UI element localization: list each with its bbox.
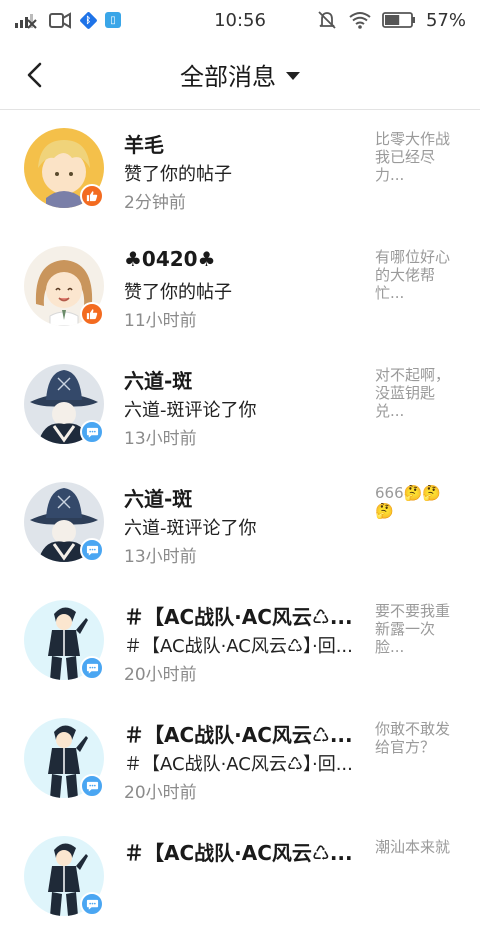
message-action: 赞了你的帖子 [124,164,232,185]
message-time: 2分钟前 [124,193,186,213]
message-time: 13小时前 [124,547,197,567]
sender-name: 六道-斑 [124,487,193,511]
status-bar-left: ᛒ ▯ [14,10,121,30]
message-action: 赞了你的帖子 [124,282,232,303]
chevron-left-icon [27,62,42,88]
like-badge [80,184,104,208]
message-time: 13小时前 [124,429,197,449]
sender-name: ＃【AC战队·AC风云♺... [124,723,353,747]
caret-down-icon [286,72,300,80]
like-badge [80,302,104,326]
post-preview: 对不起啊，没蓝钥匙兑... [375,366,451,420]
thumbs-up-icon [86,309,98,320]
comment-badge [80,538,104,562]
message-row[interactable]: 羊毛 赞了你的帖子 2分钟前 比零大作战我已经尽力... [0,110,480,228]
status-bar-right: 57% [316,9,466,31]
thumbs-up-icon [86,191,98,202]
comment-icon [86,663,98,674]
comment-badge [80,656,104,680]
wifi-icon [349,12,371,29]
message-action: 六道-斑评论了你 [124,400,257,421]
mute-icon [318,11,336,29]
message-row[interactable]: ＃【AC战队·AC风云♺... ＃【AC战队·AC风云♺】·回... 20小时前… [0,700,480,818]
comment-icon [86,781,98,792]
battery-percent: 57% [425,9,466,31]
page-title: 全部消息 [180,63,276,91]
sender-name: ＃【AC战队·AC风云♺... [124,605,353,629]
message-filter-dropdown[interactable]: 全部消息 [180,57,300,92]
post-preview: 666🤔🤔🤔 [375,484,441,520]
sender-name: ♣0420♣ [124,247,216,271]
post-preview: 你敢不敢发给官方？ [375,720,451,756]
message-time: 11小时前 [124,311,197,331]
message-row[interactable]: ＃【AC战队·AC风云♺... 潮汕本来就 [0,818,480,936]
post-preview: 有哪位好心的大佬帮忙... [375,248,451,302]
message-row[interactable]: 六道-斑 六道-斑评论了你 13小时前 666🤔🤔🤔 [0,464,480,582]
message-action: ＃【AC战队·AC风云♺】·回... [124,636,353,657]
video-icon [49,12,71,29]
comment-icon [86,545,98,556]
comment-badge [80,774,104,798]
battery-icon [382,12,415,28]
comment-icon [86,899,98,910]
message-row[interactable]: ＃【AC战队·AC风云♺... ＃【AC战队·AC风云♺】·回... 20小时前… [0,582,480,700]
book-app-icon: ▯ [105,12,121,28]
message-row[interactable]: ♣0420♣ 赞了你的帖子 11小时前 有哪位好心的大佬帮忙... [0,228,480,346]
nav-bar: 全部消息 [0,40,480,110]
message-action: 六道-斑评论了你 [124,518,257,539]
back-button[interactable] [18,58,52,92]
signal-icon [15,14,37,29]
sender-name: ＃【AC战队·AC风云♺... [124,841,353,865]
comment-icon [86,427,98,438]
message-action: ＃【AC战队·AC风云♺】·回... [124,754,353,775]
message-time: 20小时前 [124,783,197,803]
sender-name: 六道-斑 [124,369,193,393]
post-preview: 比零大作战我已经尽力... [375,130,451,184]
bluetooth-app-icon: ᛒ [79,10,98,30]
comment-badge [80,892,104,916]
message-row[interactable]: 六道-斑 六道-斑评论了你 13小时前 对不起啊，没蓝钥匙兑... [0,346,480,464]
message-time: 20小时前 [124,665,197,685]
post-preview: 潮汕本来就 [375,838,451,856]
sender-name: 羊毛 [124,133,164,157]
message-list: 羊毛 赞了你的帖子 2分钟前 比零大作战我已经尽力... ♣0420♣ 赞了你的… [0,110,480,936]
post-preview: 要不要我重新露一次脸... [375,602,451,656]
comment-badge [80,420,104,444]
status-bar: ᛒ ▯ 10:56 57% [0,0,480,40]
